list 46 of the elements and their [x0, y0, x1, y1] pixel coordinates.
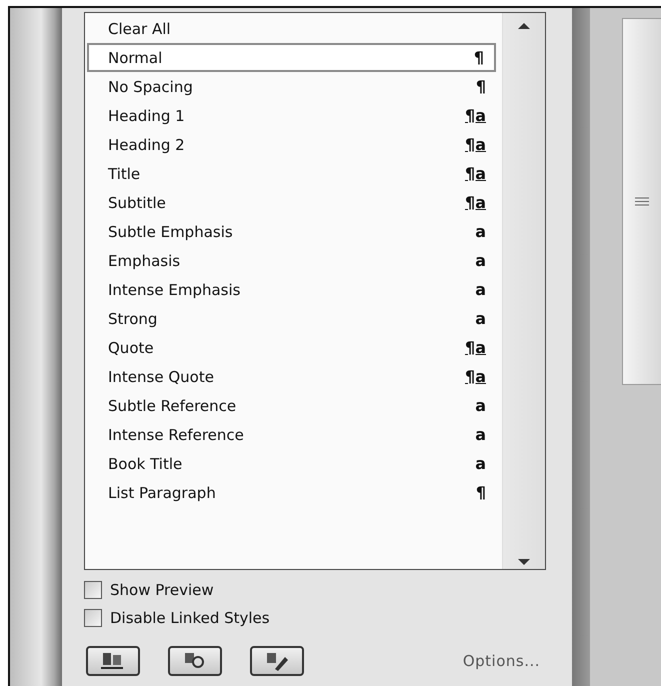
style-item[interactable]: Intense Reference a	[87, 420, 496, 449]
style-item[interactable]: Subtle Reference a	[87, 391, 496, 420]
style-item[interactable]: Emphasis a	[87, 246, 496, 275]
toolbar-button[interactable]	[168, 646, 222, 676]
style-item[interactable]: Strong a	[87, 304, 496, 333]
character-style-icon: a	[475, 425, 486, 444]
linked-style-icon: ¶a	[465, 193, 486, 212]
linked-style-icon: ¶a	[465, 367, 486, 386]
style-item[interactable]: Subtitle ¶a	[87, 188, 496, 217]
grip-icon	[635, 197, 649, 206]
style-item[interactable]: No Spacing ¶	[87, 72, 496, 101]
toolbar-button[interactable]	[86, 646, 140, 676]
scroll-up-icon[interactable]	[518, 23, 530, 29]
style-item[interactable]: Title ¶a	[87, 159, 496, 188]
toolbar-button[interactable]	[250, 646, 304, 676]
style-item[interactable]: Intense Quote ¶a	[87, 362, 496, 391]
character-style-icon: a	[475, 454, 486, 473]
style-item[interactable]: Subtle Emphasis a	[87, 217, 496, 246]
checkbox-label: Show Preview	[110, 581, 214, 599]
scrollbar[interactable]	[502, 13, 545, 569]
style-item[interactable]: Heading 2 ¶a	[87, 130, 496, 159]
options-link[interactable]: Options...	[462, 652, 540, 670]
paragraph-style-icon: ¶	[474, 48, 484, 67]
character-style-icon: a	[475, 309, 486, 328]
style-item[interactable]: Book Title a	[87, 449, 496, 478]
character-style-icon: a	[475, 222, 486, 241]
style-item[interactable]: Quote ¶a	[87, 333, 496, 362]
linked-style-icon: ¶a	[465, 164, 486, 183]
style-item[interactable]: List Paragraph ¶	[87, 478, 496, 507]
style-item[interactable]: Normal ¶	[87, 43, 496, 72]
style-item[interactable]: Clear All	[87, 14, 496, 43]
character-style-icon: a	[475, 280, 486, 299]
style-item[interactable]: Intense Emphasis a	[87, 275, 496, 304]
checkbox[interactable]	[84, 581, 102, 599]
linked-style-icon: ¶a	[465, 338, 486, 357]
character-style-icon: a	[475, 396, 486, 415]
style-item[interactable]: Heading 1 ¶a	[87, 101, 496, 130]
paragraph-style-icon: ¶	[476, 483, 486, 502]
linked-style-icon: ¶a	[465, 106, 486, 125]
paragraph-style-icon: ¶	[476, 77, 486, 96]
character-style-icon: a	[475, 251, 486, 270]
checkbox[interactable]	[84, 609, 102, 627]
scrollbar-thumb[interactable]	[622, 18, 661, 385]
scroll-down-icon[interactable]	[518, 559, 530, 565]
linked-style-icon: ¶a	[465, 135, 486, 154]
checkbox-label: Disable Linked Styles	[110, 609, 270, 627]
